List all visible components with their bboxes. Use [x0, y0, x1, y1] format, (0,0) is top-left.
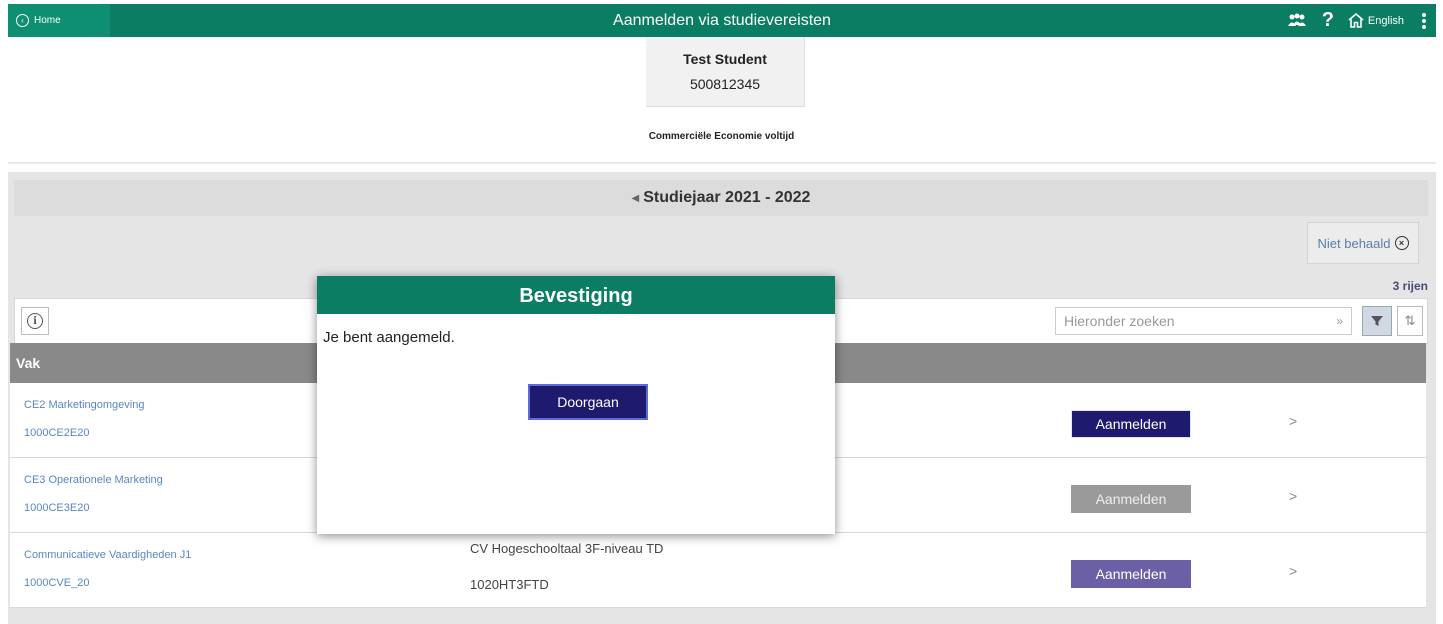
info-button[interactable]: i	[21, 307, 49, 335]
student-card: Test Student 500812345	[646, 37, 805, 107]
home-button[interactable]: ‹ Home	[8, 4, 110, 37]
table-row: Communicatieve Vaardigheden J1 1000CVE_2…	[10, 533, 1426, 608]
filter-chip-label: Niet behaald	[1317, 235, 1391, 251]
close-circle-icon[interactable]: ×	[1394, 236, 1409, 250]
divider	[8, 162, 1436, 164]
student-number: 500812345	[689, 76, 761, 92]
chevron-right-icon[interactable]: >	[1289, 563, 1297, 579]
student-name: Test Student	[683, 51, 767, 67]
course-code: 1000CVE_20	[24, 577, 90, 589]
home-label: Home	[34, 15, 61, 26]
register-button[interactable]: Aanmelden	[1071, 560, 1191, 588]
filter-chip-niet-behaald[interactable]: Niet behaald ×	[1307, 222, 1419, 264]
filter-button[interactable]	[1362, 306, 1392, 336]
kebab-menu-icon[interactable]	[1418, 12, 1430, 29]
language-switch[interactable]: English	[1348, 13, 1404, 28]
confirmation-dialog: Bevestiging Je bent aangemeld. Doorgaan	[317, 276, 835, 534]
top-icons: ? English	[1286, 4, 1430, 37]
page-title: Aanmelden via studievereisten	[613, 12, 831, 29]
prev-year-icon[interactable]: ◀	[632, 193, 640, 204]
search-input[interactable]: Hieronder zoeken »	[1055, 307, 1352, 335]
people-icon[interactable]	[1286, 13, 1308, 29]
course-link[interactable]: Communicatieve Vaardigheden J1	[24, 549, 191, 561]
row-count: 3 rijen	[1392, 279, 1428, 293]
register-button: Aanmelden	[1071, 485, 1191, 513]
info-icon: i	[27, 313, 43, 329]
sort-button[interactable]: ⇅	[1397, 306, 1423, 336]
requirement-code: 1020HT3FTD	[470, 577, 549, 592]
language-label: English	[1367, 14, 1404, 27]
year-label: Studiejaar 2021 - 2022	[643, 189, 811, 206]
continue-button[interactable]: Doorgaan	[528, 384, 648, 420]
chevron-right-icon[interactable]: >	[1289, 488, 1297, 504]
dialog-title: Bevestiging	[317, 276, 835, 314]
top-bar: ‹ Home Aanmelden via studievereisten ? E…	[8, 4, 1436, 37]
funnel-icon	[1371, 316, 1383, 326]
double-chevron-icon[interactable]: »	[1336, 308, 1343, 334]
course-code: 1000CE3E20	[24, 502, 90, 514]
search-placeholder: Hieronder zoeken	[1064, 313, 1175, 329]
help-icon[interactable]: ?	[1322, 9, 1334, 32]
register-button[interactable]: Aanmelden	[1071, 410, 1191, 438]
course-code: 1000CE2E20	[24, 427, 90, 439]
course-link[interactable]: CE2 Marketingomgeving	[24, 399, 144, 411]
dialog-message: Je bent aangemeld.	[323, 329, 455, 346]
sort-icon: ⇅	[1404, 313, 1416, 328]
program-name: Commerciële Economie voltijd	[648, 131, 795, 142]
requirement-name: CV Hogeschooltaal 3F-niveau TD	[470, 541, 664, 556]
chevron-right-icon[interactable]: >	[1289, 413, 1297, 429]
back-arrow-icon: ‹	[16, 14, 29, 27]
house-icon	[1348, 13, 1364, 28]
year-selector[interactable]: ◀ Studiejaar 2021 - 2022	[14, 180, 1428, 216]
course-link[interactable]: CE3 Operationele Marketing	[24, 474, 163, 486]
